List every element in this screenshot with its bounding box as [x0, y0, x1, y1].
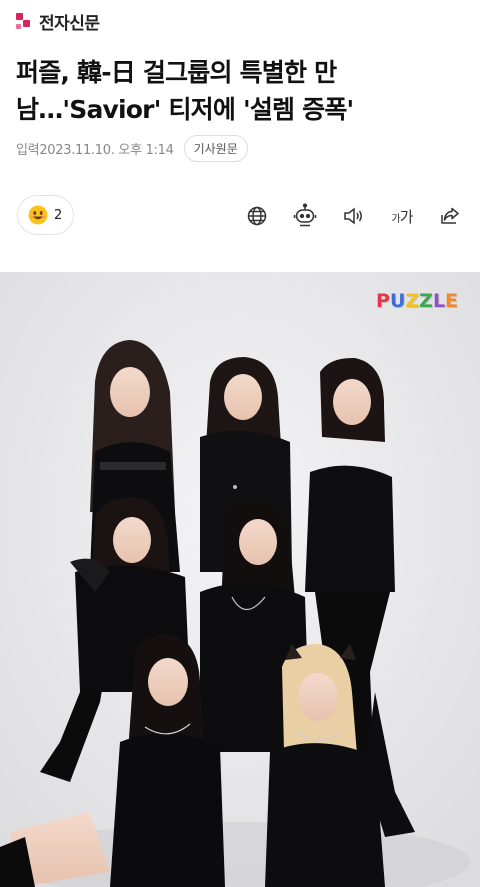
app-header: 전자신문 [0, 0, 480, 44]
share-icon [441, 207, 459, 224]
article-toolbar: 가가 [0, 202, 480, 230]
font-size-large-glyph: 가 [399, 207, 414, 226]
text-to-speech-button[interactable] [339, 202, 367, 230]
share-button[interactable] [436, 202, 464, 230]
publisher-name: 전자신문 [39, 14, 100, 34]
group-photo-image [0, 272, 480, 887]
publisher-logo[interactable]: 전자신문 [16, 9, 100, 34]
globe-icon [247, 206, 267, 226]
puzzle-watermark-logo: PUZZLE [376, 290, 459, 312]
globe-button[interactable] [243, 202, 271, 230]
article-headline: 퍼즐, 韓-日 걸그룹의 특별한 만남…'Savior' 티저에 '설렘 증폭' [16, 58, 354, 124]
speaker-icon [344, 207, 362, 225]
publish-date: 입력2023.11.10. 오후 1:14 [16, 142, 174, 158]
font-size-small-glyph: 가 [391, 213, 400, 225]
article-meta: 입력2023.11.10. 오후 1:14 기사원문 [16, 134, 248, 162]
logo-mark-icon [16, 12, 36, 32]
robot-summary-icon [293, 203, 317, 227]
font-size-button[interactable]: 가가 [387, 202, 417, 230]
article-photo [0, 272, 480, 887]
font-size-icon: 가가 [391, 206, 414, 227]
original-article-button[interactable]: 기사원문 [183, 134, 248, 162]
ai-summary-button[interactable] [291, 202, 319, 230]
